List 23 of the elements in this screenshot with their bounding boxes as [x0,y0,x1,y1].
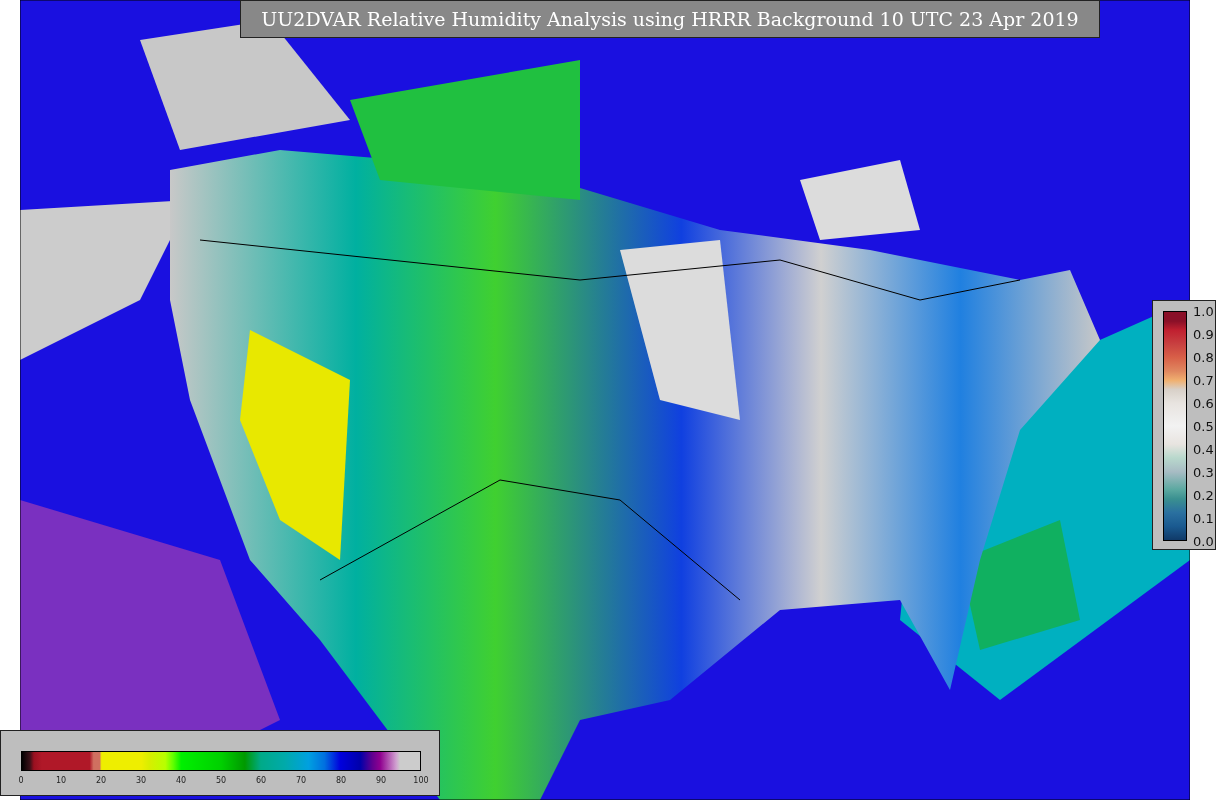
tick-label: 0.7 [1193,372,1214,388]
tick-label: 40 [175,776,187,785]
tick-label: 0.8 [1193,349,1214,365]
tick-label: 0.3 [1193,464,1214,480]
tick-label: 80 [335,776,347,785]
tick-label: 20 [95,776,107,785]
tick-label: 0.9 [1193,326,1214,342]
tick-label: 0 [18,776,24,785]
tick-label: 100 [413,776,429,785]
tick-label: 10 [55,776,67,785]
tick-label: 0.5 [1193,418,1214,434]
tick-label: 0.2 [1193,487,1214,503]
tick-label: 70 [295,776,307,785]
tick-label: 0.1 [1193,510,1214,526]
tick-label: 60 [255,776,267,785]
tick-label: 30 [135,776,147,785]
tick-label: 50 [215,776,227,785]
tick-label: 90 [375,776,387,785]
tick-label: 0.4 [1193,441,1214,457]
map-title: UU2DVAR Relative Humidity Analysis using HRRR Background 10 UTC 23 Apr 2019 [240,0,1100,38]
tick-label: 0.6 [1193,395,1214,411]
tick-label: 1.0 [1193,303,1214,319]
tick-label: 0.0 [1193,533,1214,549]
